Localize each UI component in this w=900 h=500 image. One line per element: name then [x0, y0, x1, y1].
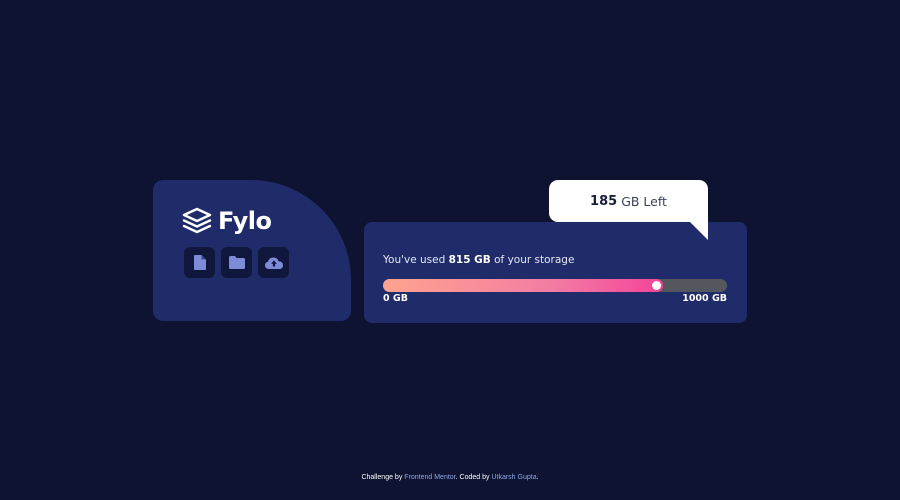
used-value: 815 GB: [448, 254, 491, 266]
scale-min-label: 0 GB: [383, 293, 408, 304]
challenge-prefix: Challenge by: [361, 474, 405, 481]
upload-document-button[interactable]: [184, 247, 215, 278]
remaining-amount: 185: [590, 193, 618, 209]
usage-text: You've used 815 GB of your storage: [383, 254, 574, 266]
upload-cloud-button[interactable]: [258, 247, 289, 278]
attribution-suffix: .: [536, 474, 539, 481]
upload-folder-button[interactable]: [221, 247, 252, 278]
author-link[interactable]: Utkarsh Gupta: [491, 474, 536, 481]
storage-left-bubble: 185 GB Left: [549, 180, 708, 240]
bubble-tail: [690, 222, 708, 240]
brand-name: Fylo: [218, 207, 272, 235]
remaining-label: GB Left: [621, 193, 667, 209]
usage-prefix: You've used: [383, 254, 449, 266]
brand-card: Fylo: [153, 180, 351, 321]
cloud-upload-icon: [264, 257, 283, 269]
usage-suffix: of your storage: [490, 254, 575, 266]
fylo-logo: Fylo: [182, 207, 272, 235]
attribution: Challenge by Frontend Mentor. Coded by U…: [0, 474, 900, 481]
scale-max-label: 1000 GB: [682, 293, 727, 304]
storage-progress-bar: [383, 279, 727, 292]
document-icon: [193, 255, 206, 270]
coded-prefix: . Coded by: [455, 474, 492, 481]
folder-icon: [228, 256, 245, 269]
storage-progress-fill: [383, 279, 664, 292]
frontend-mentor-link[interactable]: Frontend Mentor: [404, 474, 455, 481]
stacked-layers-icon: [182, 207, 212, 234]
file-actions: [184, 247, 289, 278]
